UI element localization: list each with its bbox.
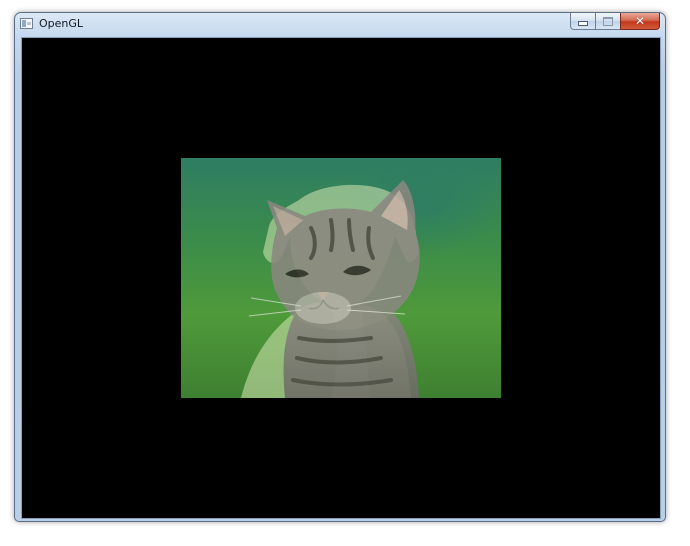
kitten-texture (248, 180, 420, 398)
window-title: OpenGL (39, 17, 84, 30)
minimize-icon (578, 21, 588, 26)
close-button[interactable]: ✕ (620, 13, 660, 30)
maximize-button[interactable] (595, 13, 620, 30)
title-bar[interactable]: OpenGL ✕ (15, 13, 665, 37)
caption-buttons: ✕ (570, 13, 660, 30)
maximize-icon (603, 16, 613, 26)
blended-texture-image (181, 158, 501, 398)
app-window-icon[interactable] (20, 18, 33, 29)
close-icon: ✕ (634, 14, 646, 28)
minimize-button[interactable] (570, 13, 595, 30)
opengl-window: OpenGL ✕ (14, 12, 666, 522)
opengl-viewport[interactable] (21, 37, 661, 519)
